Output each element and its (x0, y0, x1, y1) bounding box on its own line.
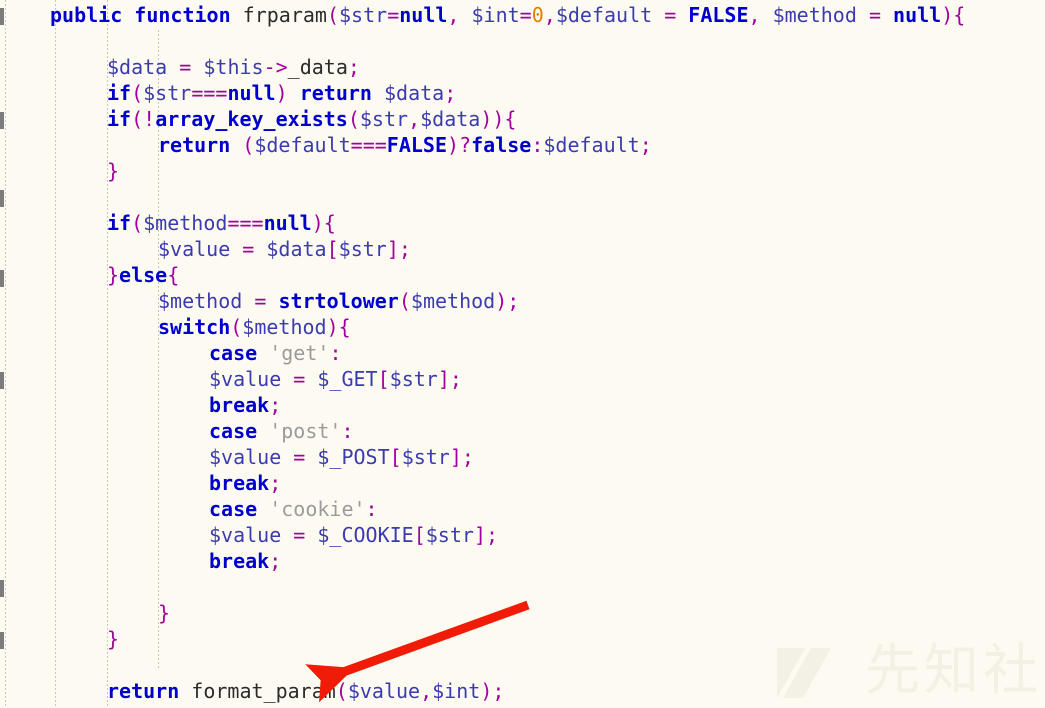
code-line[interactable] (0, 652, 119, 678)
code-line[interactable]: break; (0, 392, 281, 418)
code-line[interactable] (0, 574, 221, 600)
code-line[interactable]: if(!array_key_exists($str,$data)){ (0, 106, 516, 132)
code-line[interactable]: $data = $this->_data; (0, 54, 360, 80)
source-code[interactable]: public function frparam($str=null, $int=… (0, 0, 1045, 708)
code-line[interactable]: public function frparam($str=null, $int=… (0, 2, 965, 28)
code-line[interactable] (0, 28, 62, 54)
code-line[interactable]: break; (0, 548, 281, 574)
code-line[interactable]: if($str===null) return $data; (0, 80, 456, 106)
code-line[interactable]: switch($method){ (0, 314, 351, 340)
code-line[interactable]: $value = $_GET[$str]; (0, 366, 462, 392)
code-line[interactable]: $value = $_POST[$str]; (0, 444, 474, 470)
code-line[interactable]: break; (0, 470, 281, 496)
code-line[interactable]: case 'get': (0, 340, 341, 366)
code-line[interactable]: $value = $data[$str]; (0, 236, 411, 262)
code-line[interactable]: } (0, 626, 119, 652)
code-screenshot: public function frparam($str=null, $int=… (0, 0, 1045, 708)
code-line[interactable]: }else{ (0, 262, 179, 288)
code-line[interactable]: return format_param($value,$int); (0, 678, 504, 704)
code-line[interactable]: case 'cookie': (0, 496, 378, 522)
code-line[interactable]: $value = $_COOKIE[$str]; (0, 522, 498, 548)
code-line[interactable]: } (0, 158, 119, 184)
code-line[interactable]: return ($default===FALSE)?false:$default… (0, 132, 652, 158)
code-line[interactable]: $method = strtolower($method); (0, 288, 519, 314)
code-line[interactable]: } (0, 600, 170, 626)
code-line[interactable]: if($method===null){ (0, 210, 336, 236)
code-line[interactable]: case 'post': (0, 418, 354, 444)
code-line[interactable] (0, 184, 119, 210)
